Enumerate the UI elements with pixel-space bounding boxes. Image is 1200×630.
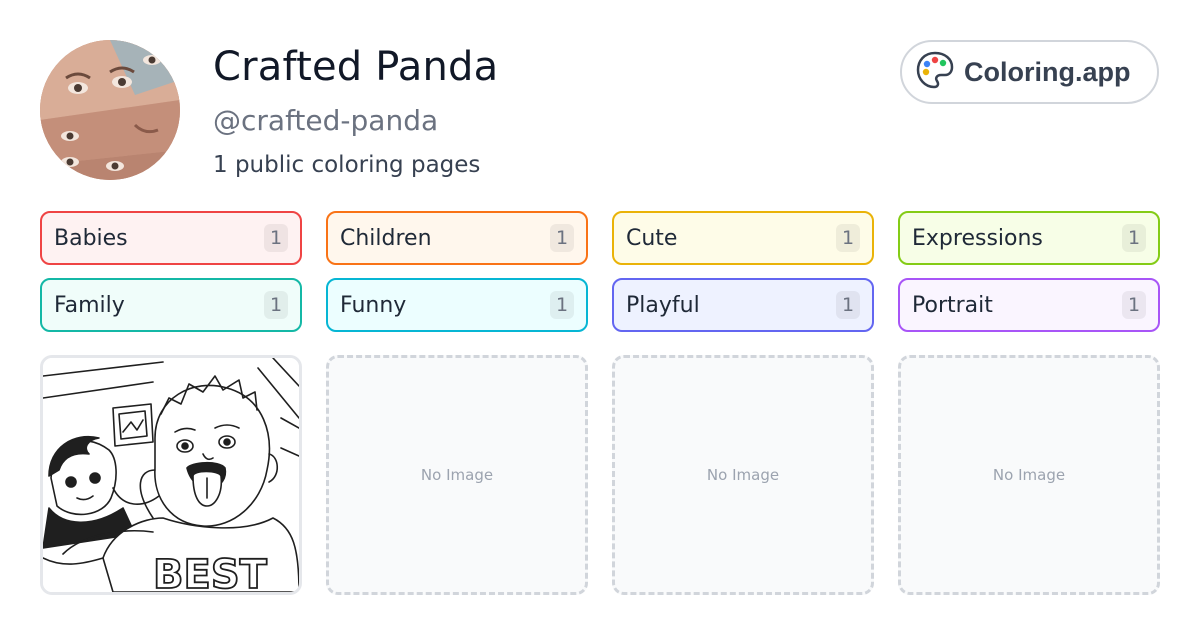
tag-portrait[interactable]: Portrait 1 [898, 278, 1160, 332]
tag-label: Babies [54, 225, 128, 251]
tag-label: Funny [340, 292, 407, 318]
tag-count: 1 [836, 291, 860, 319]
tag-count: 1 [1122, 224, 1146, 252]
tag-count: 1 [550, 291, 574, 319]
tag-label: Expressions [912, 225, 1043, 251]
coloring-page-grid: BEST No Image No Image No Image [40, 355, 1160, 595]
tag-list: Babies 1 Children 1 Cute 1 Expressions 1… [40, 211, 1160, 332]
tag-family[interactable]: Family 1 [40, 278, 302, 332]
tag-label: Portrait [912, 292, 993, 318]
palette-icon [915, 50, 955, 94]
tag-label: Playful [626, 292, 700, 318]
shirt-text: BEST [153, 552, 268, 592]
tag-count: 1 [264, 291, 288, 319]
brand-link[interactable]: Coloring.app [900, 40, 1159, 104]
tag-babies[interactable]: Babies 1 [40, 211, 302, 265]
avatar [40, 40, 180, 180]
tag-funny[interactable]: Funny 1 [326, 278, 588, 332]
profile-handle: @crafted-panda [213, 104, 439, 137]
coloring-page-card-empty[interactable]: No Image [612, 355, 874, 595]
tag-count: 1 [836, 224, 860, 252]
tag-label: Cute [626, 225, 678, 251]
tag-playful[interactable]: Playful 1 [612, 278, 874, 332]
coloring-page-card[interactable]: BEST [40, 355, 302, 595]
tag-expressions[interactable]: Expressions 1 [898, 211, 1160, 265]
coloring-page-thumbnail: BEST [43, 358, 299, 592]
tag-cute[interactable]: Cute 1 [612, 211, 874, 265]
coloring-page-card-empty[interactable]: No Image [326, 355, 588, 595]
tag-children[interactable]: Children 1 [326, 211, 588, 265]
page-count: 1 public coloring pages [213, 152, 481, 178]
brand-label: Coloring.app [964, 56, 1131, 87]
tag-count: 1 [1122, 291, 1146, 319]
tag-label: Family [54, 292, 125, 318]
tag-label: Children [340, 225, 432, 251]
no-image-label: No Image [706, 466, 780, 484]
no-image-label: No Image [992, 466, 1066, 484]
tag-count: 1 [550, 224, 574, 252]
coloring-page-card-empty[interactable]: No Image [898, 355, 1160, 595]
tag-count: 1 [264, 224, 288, 252]
no-image-label: No Image [420, 466, 494, 484]
profile-name: Crafted Panda [213, 44, 499, 90]
